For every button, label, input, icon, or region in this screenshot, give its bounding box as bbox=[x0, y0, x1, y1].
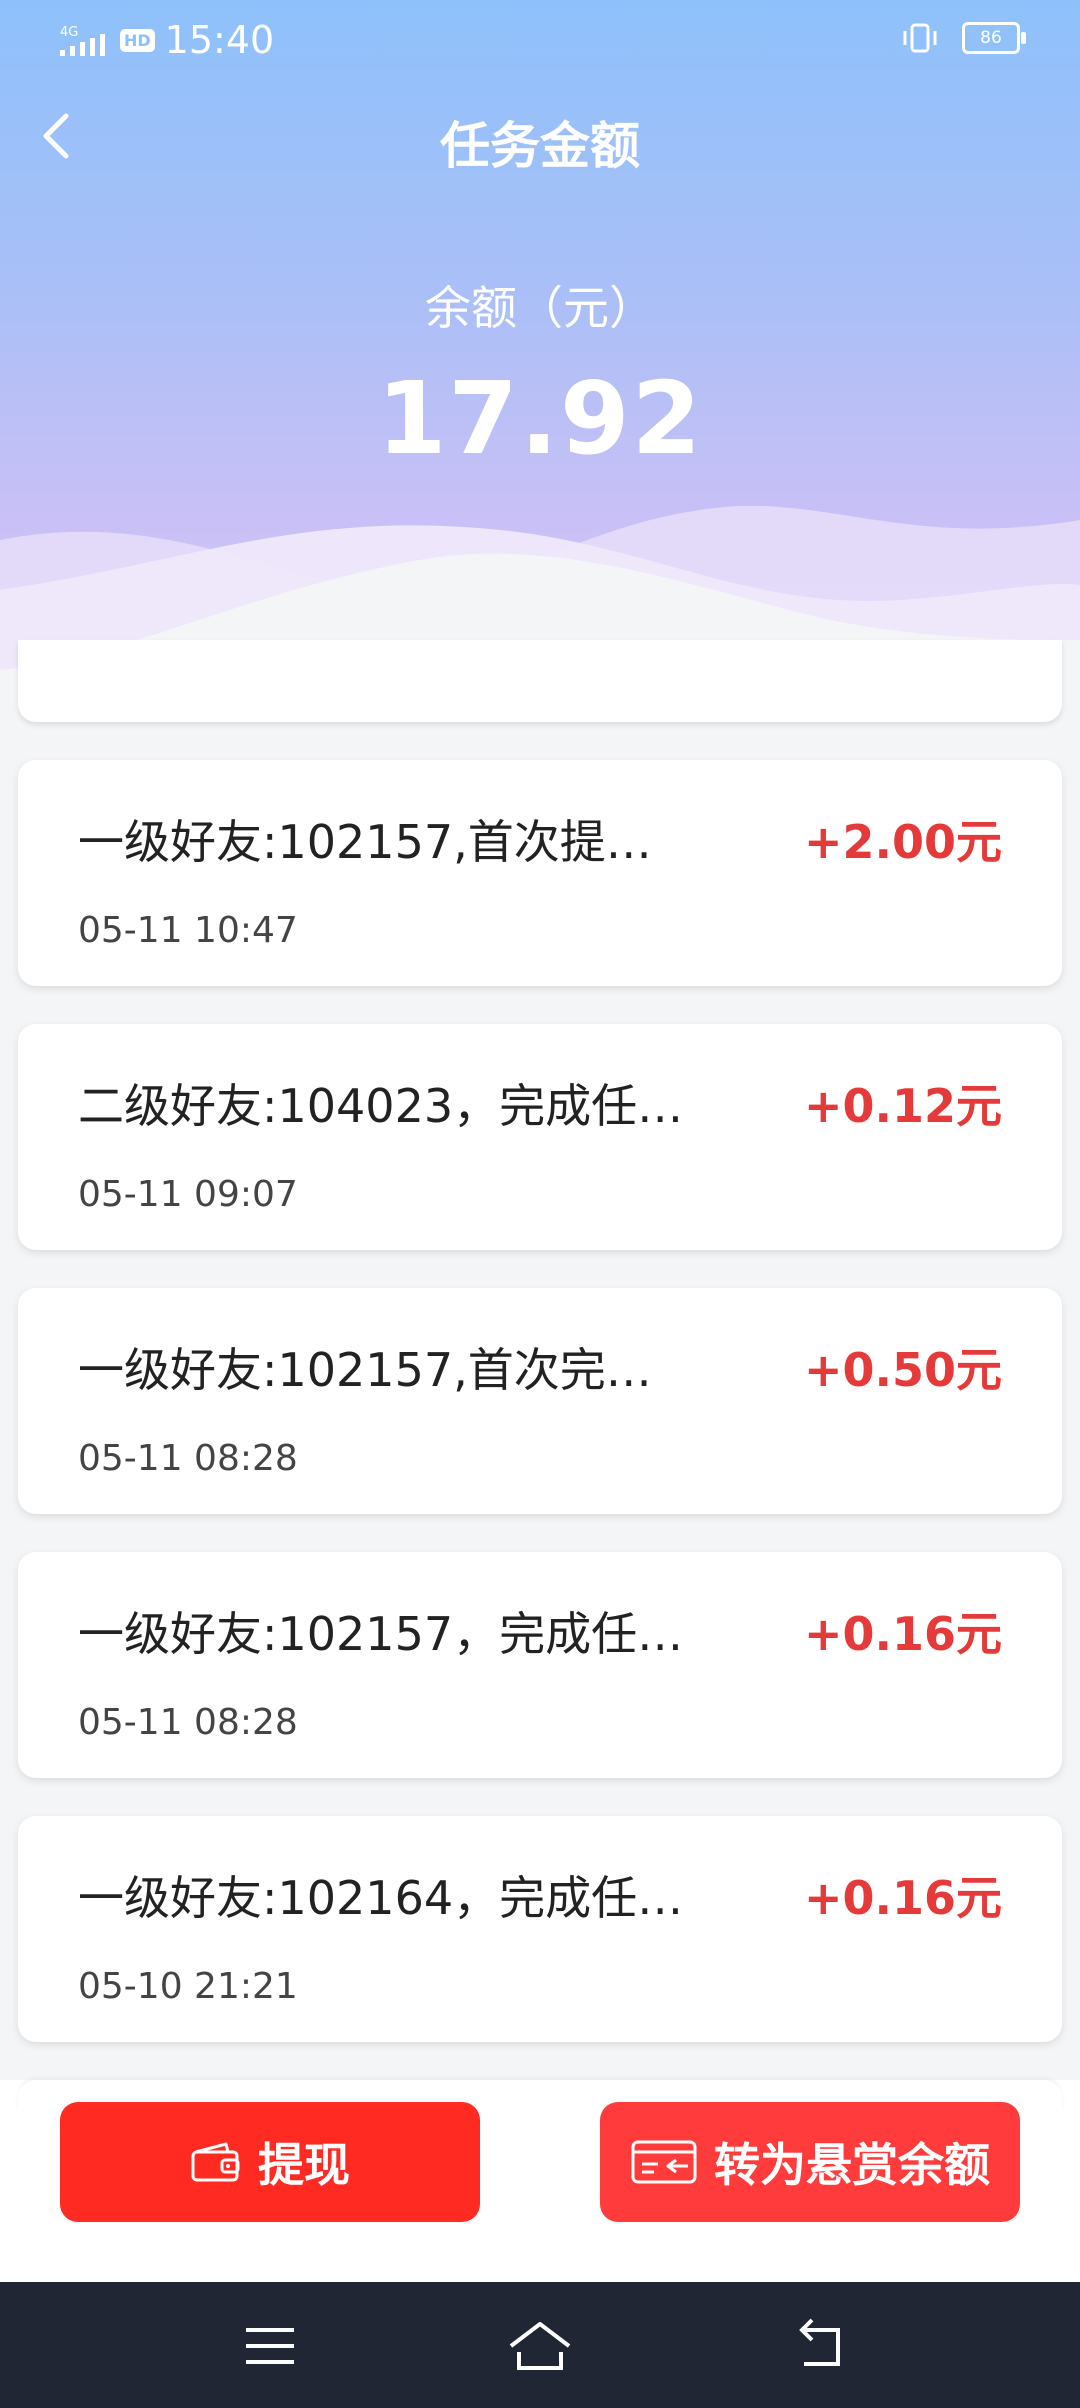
transfer-to-reward-button[interactable]: 转为悬赏余额 bbox=[600, 2102, 1020, 2222]
list-item[interactable]: 一级好友:102157，完成任… +0.16元 05-11 08:28 bbox=[18, 1552, 1062, 1778]
balance-header: 4G HD 15:40 86 任务金额 余额（元） 17.92 bbox=[0, 0, 1080, 700]
record-description: 一级好友:102157,首次完… bbox=[78, 1343, 652, 1397]
menu-icon[interactable] bbox=[240, 2316, 300, 2376]
record-time: 05-10 21:21 bbox=[78, 1966, 298, 2007]
record-description: 二级好友:104023，完成任… bbox=[78, 1079, 684, 1133]
list-item[interactable]: 一级好友:102157,首次完… +0.50元 05-11 08:28 bbox=[18, 1288, 1062, 1514]
nav-bar: 任务金额 bbox=[0, 90, 1080, 180]
status-time: 15:40 bbox=[164, 18, 275, 62]
record-time: 05-11 08:28 bbox=[78, 1702, 298, 1743]
battery-icon: 86 bbox=[962, 22, 1026, 54]
list-item-partial bbox=[18, 640, 1062, 722]
home-icon[interactable] bbox=[505, 2316, 575, 2376]
network-type: 4G bbox=[60, 25, 78, 40]
record-time: 05-11 10:47 bbox=[78, 910, 298, 951]
battery-level: 86 bbox=[980, 28, 1002, 48]
record-time: 05-11 08:28 bbox=[78, 1438, 298, 1479]
list-item[interactable]: 一级好友:102164，完成任… +0.16元 05-10 21:21 bbox=[18, 1816, 1062, 2042]
balance-value: 17.92 bbox=[376, 360, 704, 477]
balance-label: 余额（元） bbox=[425, 281, 655, 335]
vibrate-icon bbox=[903, 23, 937, 53]
record-amount: +0.16元 bbox=[803, 1607, 1002, 1661]
record-description: 一级好友:102164，完成任… bbox=[78, 1871, 684, 1925]
list-item[interactable]: 一级好友:102157,首次提… +2.00元 05-11 10:47 bbox=[18, 760, 1062, 986]
card-transfer-icon bbox=[631, 2140, 697, 2184]
hd-badge: HD bbox=[120, 28, 155, 52]
cellular-signal-icon: 4G bbox=[60, 25, 105, 56]
transfer-button-label: 转为悬赏余额 bbox=[714, 2138, 990, 2192]
system-nav-bar bbox=[0, 2282, 1080, 2408]
record-description: 一级好友:102157，完成任… bbox=[78, 1607, 684, 1661]
record-list: 一级好友:102157,首次提… +2.00元 05-11 10:47 二级好友… bbox=[18, 760, 1062, 2080]
withdraw-button[interactable]: 提现 bbox=[60, 2102, 480, 2222]
record-amount: +0.12元 bbox=[803, 1079, 1002, 1133]
record-amount: +0.50元 bbox=[803, 1343, 1002, 1397]
back-nav-icon[interactable] bbox=[790, 2316, 850, 2376]
list-item[interactable]: 二级好友:104023，完成任… +0.12元 05-11 09:07 bbox=[18, 1024, 1062, 1250]
record-time: 05-11 09:07 bbox=[78, 1174, 298, 1215]
withdraw-button-label: 提现 bbox=[258, 2138, 350, 2192]
status-bar: 4G HD 15:40 86 bbox=[0, 0, 1080, 80]
record-description: 一级好友:102157,首次提… bbox=[78, 815, 652, 869]
page-title: 任务金额 bbox=[440, 117, 640, 175]
record-amount: +2.00元 bbox=[803, 815, 1002, 869]
record-amount: +0.16元 bbox=[803, 1871, 1002, 1925]
wallet-icon bbox=[191, 2142, 240, 2182]
